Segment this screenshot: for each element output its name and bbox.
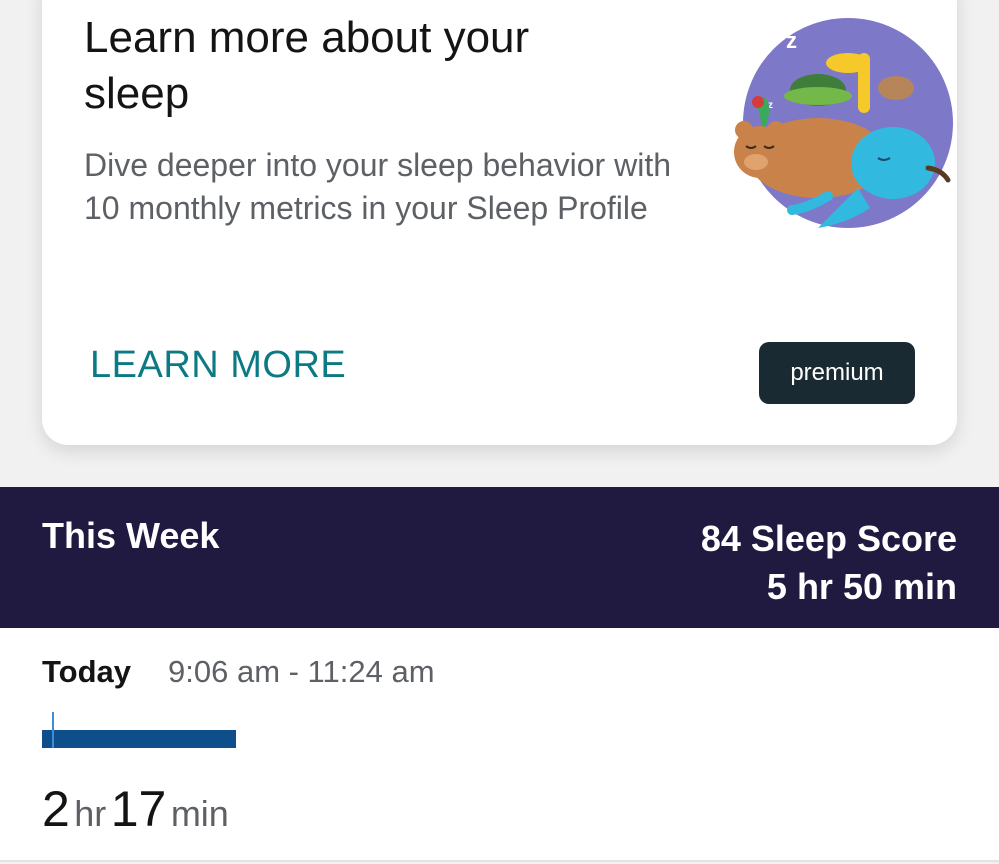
week-label: This Week	[42, 515, 220, 556]
sleep-profile-card: Learn more about your sleep Dive deeper …	[42, 0, 957, 445]
duration-minutes-unit: min	[170, 793, 229, 834]
week-sleep-score: 84 Sleep Score	[700, 518, 957, 559]
awake-marker	[52, 712, 54, 748]
week-stats: 84 Sleep Score 5 hr 50 min	[701, 515, 957, 611]
duration-hours: 2	[42, 781, 70, 837]
entry-day: Today	[42, 654, 131, 689]
week-summary-header[interactable]: This Week 84 Sleep Score 5 hr 50 min	[0, 487, 999, 628]
svg-text:z: z	[786, 28, 797, 53]
premium-badge[interactable]: premium	[759, 342, 915, 404]
week-avg-duration: 5 hr 50 min	[766, 566, 957, 607]
duration-hours-unit: hr	[74, 793, 107, 834]
card-title: Learn more about your sleep	[84, 13, 530, 118]
sleeping-animals-illustration: z z z	[734, 18, 953, 228]
card-description: Dive deeper into your sleep behavior wit…	[84, 147, 671, 226]
entry-duration: 2 hr 17 min	[42, 780, 229, 838]
sleep-stage-bar	[42, 730, 236, 748]
duration-minutes: 17	[110, 781, 167, 837]
sleep-log-entry[interactable]: Today 9:06 am - 11:24 am 2 hr 17 min	[0, 628, 999, 862]
entry-time-range: 9:06 am - 11:24 am	[168, 654, 435, 689]
learn-more-button[interactable]: LEARN MORE	[90, 344, 346, 387]
